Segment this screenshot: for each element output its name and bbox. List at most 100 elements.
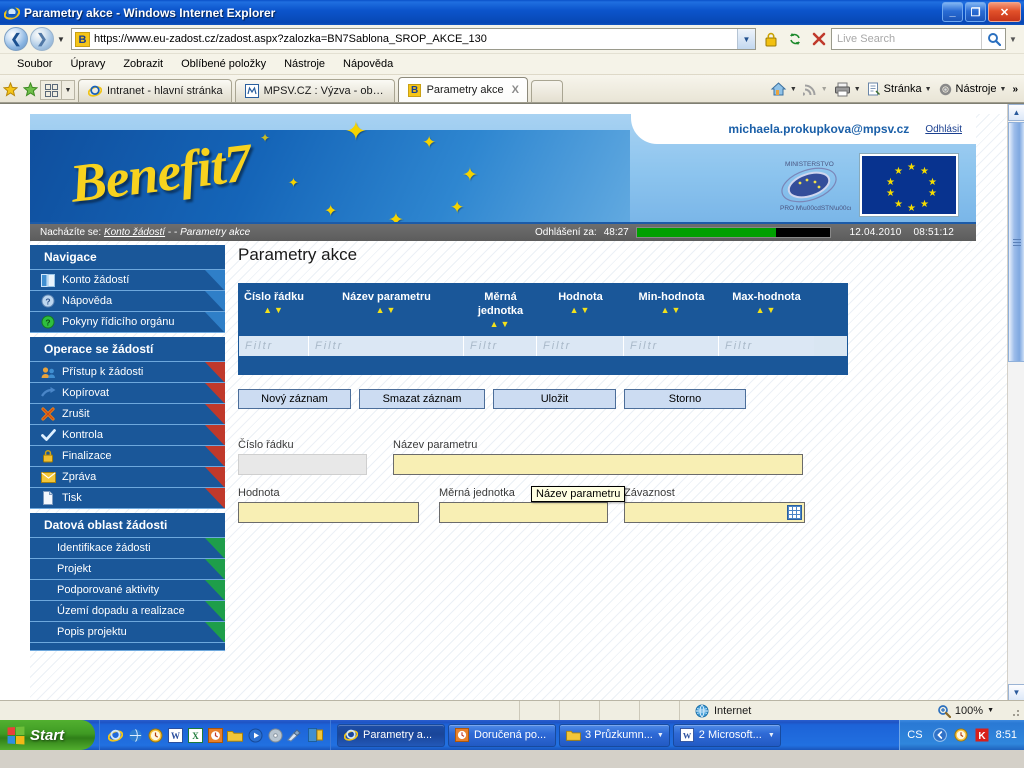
search-dropdown-icon[interactable]: ▼	[1006, 35, 1020, 44]
disc-icon[interactable]	[267, 727, 283, 743]
cancel-button[interactable]: Storno	[624, 389, 746, 409]
history-dropdown-icon[interactable]: ▼	[54, 35, 68, 44]
word-icon[interactable]: W	[167, 727, 183, 743]
menu-item-nastroje[interactable]: Nástroje	[275, 58, 334, 70]
menu-item-upravy[interactable]: Úpravy	[61, 58, 114, 70]
sidebar-item-finalizace[interactable]: Finalizace	[30, 446, 225, 467]
new-tab-button[interactable]	[530, 80, 563, 102]
home-button[interactable]: ▼	[768, 78, 799, 100]
save-button[interactable]: Uložit	[493, 389, 616, 409]
scrollbar-thumb[interactable]	[1008, 122, 1024, 362]
new-record-button[interactable]: Nový záznam	[238, 389, 351, 409]
filter-input-nazev-parametru[interactable]: Filtr	[309, 336, 464, 356]
sidebar-item-uzemi-dopadu-a-realizace[interactable]: Území dopadu a realizace	[30, 601, 225, 622]
chevron-down-icon[interactable]: ▼	[768, 732, 775, 739]
menu-item-soubor[interactable]: Soubor	[8, 58, 61, 70]
sort-arrows-icon[interactable]: ▲▼	[490, 319, 512, 330]
favorites-star-icon[interactable]	[0, 76, 20, 102]
stop-button[interactable]	[807, 27, 831, 51]
sidebar-item-identifikace-zadosti[interactable]: Identifikace žádosti	[30, 538, 225, 559]
grid-column-max-hodnota[interactable]: Max-hodnota ▲▼	[719, 284, 814, 336]
minimize-button[interactable]: _	[942, 2, 963, 22]
scroll-down-button[interactable]: ▼	[1008, 684, 1024, 700]
outlook-icon[interactable]	[207, 727, 223, 743]
tab-intranet[interactable]: Intranet - hlavní stránka	[78, 79, 232, 102]
page-scrollbar[interactable]: ▲ ▼	[1007, 104, 1024, 700]
sidebar-item-pokyny-ridiciho-organu[interactable]: ? Pokyny řídicího orgánu	[30, 312, 225, 333]
sidebar-item-kopirovat[interactable]: Kopírovat	[30, 383, 225, 404]
logout-link[interactable]: Odhlásit	[925, 124, 962, 135]
quick-tabs-dropdown-icon[interactable]: ▼	[62, 80, 75, 100]
excel-icon[interactable]: X	[187, 727, 203, 743]
nazev-parametru-input[interactable]	[393, 454, 803, 475]
language-indicator[interactable]: CS	[907, 729, 922, 741]
ie-icon[interactable]	[107, 727, 123, 743]
sidebar-item-popis-projektu[interactable]: Popis projektu	[30, 622, 225, 643]
kaspersky-icon[interactable]: K	[975, 728, 990, 743]
scroll-up-button[interactable]: ▲	[1008, 104, 1024, 121]
taskbar-item-pruzkumnik[interactable]: 3 Průzkumn... ▼	[559, 723, 670, 747]
search-box[interactable]: Live Search	[831, 28, 1006, 50]
folder-icon[interactable]	[227, 727, 243, 743]
resize-grip-icon[interactable]	[1008, 705, 1022, 719]
taskbar-item-microsoft-word[interactable]: W 2 Microsoft... ▼	[672, 723, 781, 747]
sort-arrows-icon[interactable]: ▲▼	[570, 305, 592, 316]
delete-record-button[interactable]: Smazat záznam	[359, 389, 485, 409]
clock-icon[interactable]	[147, 727, 163, 743]
back-button[interactable]: ❮	[4, 27, 28, 51]
grid-column-nazev-parametru[interactable]: Název parametru ▲▼	[309, 284, 464, 336]
menu-item-napoveda[interactable]: Nápověda	[334, 58, 402, 70]
sort-arrows-icon[interactable]: ▲▼	[756, 305, 778, 316]
address-bar[interactable]: B https://www.eu-zadost.cz/zadost.aspx?z…	[71, 28, 756, 50]
menu-item-oblibene-polozky[interactable]: Oblíbené položky	[172, 58, 275, 70]
media-icon[interactable]	[247, 727, 263, 743]
filter-input-merna-jednotka[interactable]: Filtr	[464, 336, 537, 356]
tools-menu-button[interactable]: Nástroje ▼	[936, 78, 1009, 100]
chevron-down-icon[interactable]: ▼	[925, 86, 932, 93]
tab-parametry-akce[interactable]: B Parametry akce X	[397, 77, 528, 102]
taskbar-item-parametry[interactable]: Parametry a...	[337, 723, 445, 747]
forward-button[interactable]: ❯	[30, 27, 54, 51]
page-menu-button[interactable]: Stránka ▼	[865, 78, 934, 100]
grid-column-min-hodnota[interactable]: Min-hodnota ▲▼	[624, 284, 719, 336]
grid-column-hodnota[interactable]: Hodnota ▲▼	[537, 284, 624, 336]
toolbar-overflow-icon[interactable]: »	[1010, 78, 1020, 100]
add-favorites-icon[interactable]	[20, 76, 40, 102]
close-icon[interactable]: X	[512, 84, 519, 96]
sidebar-item-napoveda[interactable]: ? Nápověda	[30, 291, 225, 312]
chevron-down-icon[interactable]: ▼	[790, 86, 797, 93]
filter-input-max-hodnota[interactable]: Filtr	[719, 336, 814, 356]
sidebar-item-next[interactable]	[30, 643, 225, 651]
taskbar-clock[interactable]: 8:51	[996, 729, 1017, 741]
tab-mpsv[interactable]: MPSV.CZ : Výzva - oblast int...	[234, 79, 395, 102]
sidebar-item-kontrola[interactable]: Kontrola	[30, 425, 225, 446]
chevron-icon[interactable]	[933, 728, 948, 743]
contacts-icon[interactable]	[307, 727, 323, 743]
zoom-control[interactable]: 100% ▼	[937, 704, 994, 718]
sidebar-item-zrusit[interactable]: Zrušit	[30, 404, 225, 425]
maximize-button[interactable]: ❐	[965, 2, 986, 22]
sidebar-item-zprava[interactable]: Zpráva	[30, 467, 225, 488]
taskbar-item-dorucena-posta[interactable]: Doručená po...	[448, 723, 556, 747]
sidebar-item-konto-zadosti[interactable]: Konto žádostí	[30, 270, 225, 291]
zoom-dropdown-icon[interactable]: ▼	[987, 707, 994, 714]
sidebar-item-projekt[interactable]: Projekt	[30, 559, 225, 580]
clock-icon[interactable]	[954, 728, 969, 743]
list-picker-icon[interactable]	[787, 505, 802, 520]
close-button[interactable]: ✕	[988, 2, 1021, 22]
feeds-button[interactable]: ▼	[801, 78, 830, 100]
print-button[interactable]: ▼	[832, 78, 863, 100]
chevron-down-icon[interactable]: ▼	[854, 86, 861, 93]
pen-icon[interactable]	[287, 727, 303, 743]
search-input[interactable]: Live Search	[832, 33, 981, 45]
filter-input-min-hodnota[interactable]: Filtr	[624, 336, 719, 356]
chevron-down-icon[interactable]: ▼	[1000, 86, 1007, 93]
ssl-lock-icon[interactable]	[759, 27, 783, 51]
sort-arrows-icon[interactable]: ▲▼	[263, 305, 285, 316]
refresh-button[interactable]	[783, 27, 807, 51]
sidebar-item-tisk[interactable]: Tisk	[30, 488, 225, 509]
filter-input-hodnota[interactable]: Filtr	[537, 336, 624, 356]
chevron-down-icon[interactable]: ▼	[657, 732, 664, 739]
merna-jednotka-input[interactable]	[439, 502, 608, 523]
sidebar-item-pristup-k-zadosti[interactable]: Přístup k žádosti	[30, 362, 225, 383]
